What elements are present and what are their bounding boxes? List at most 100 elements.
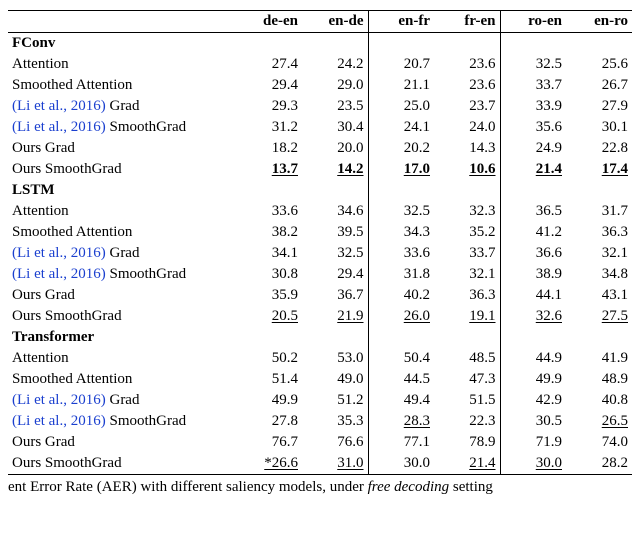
- value: 50.2: [264, 350, 298, 367]
- value: 40.2: [396, 287, 430, 304]
- value: 28.3: [396, 413, 430, 430]
- citation-link[interactable]: (Li et al., 2016): [12, 98, 106, 114]
- value: 32.3: [462, 203, 496, 220]
- section-label: LSTM: [8, 180, 236, 201]
- value-cell: 36.7: [302, 285, 368, 306]
- citation-link[interactable]: (Li et al., 2016): [12, 413, 106, 429]
- value-cell: 26.0: [368, 306, 434, 327]
- empty-cell: [500, 33, 566, 55]
- value: 27.5: [594, 308, 628, 325]
- value: 20.0: [330, 140, 364, 157]
- value: 39.5: [330, 224, 364, 241]
- value: 40.8: [594, 392, 628, 409]
- value-cell: 51.2: [302, 390, 368, 411]
- empty-cell: [236, 327, 302, 348]
- value-cell: 41.9: [566, 348, 632, 369]
- value: 44.9: [528, 350, 562, 367]
- row-label: (Li et al., 2016) Grad: [8, 390, 236, 411]
- value-cell: 23.7: [434, 96, 500, 117]
- value: 30.5: [528, 413, 562, 430]
- value: 24.0: [462, 119, 496, 136]
- value: 24.9: [528, 140, 562, 157]
- empty-cell: [434, 33, 500, 55]
- value: 36.5: [528, 203, 562, 220]
- value: 32.1: [462, 266, 496, 283]
- value: 13.7: [264, 161, 298, 178]
- value-cell: 25.6: [566, 54, 632, 75]
- table-row: Ours SmoothGrad13.714.217.010.621.417.4: [8, 159, 632, 180]
- caption-p1: ent Error Rate (AER) with different sali…: [8, 479, 368, 495]
- value-cell: 33.6: [236, 201, 302, 222]
- value: 30.0: [528, 455, 562, 472]
- value-cell: 28.3: [368, 411, 434, 432]
- value-cell: 50.2: [236, 348, 302, 369]
- value-cell: 78.9: [434, 432, 500, 453]
- table-row: Ours SmoothGrad20.521.926.019.132.627.5: [8, 306, 632, 327]
- value-cell: 33.7: [434, 243, 500, 264]
- value: 30.8: [264, 266, 298, 283]
- value-cell: 19.1: [434, 306, 500, 327]
- value: 23.5: [330, 98, 364, 115]
- value-cell: 17.0: [368, 159, 434, 180]
- table-row: Ours Grad76.776.677.178.971.974.0: [8, 432, 632, 453]
- empty-cell: [236, 33, 302, 55]
- citation-link[interactable]: (Li et al., 2016): [12, 119, 106, 135]
- value-cell: 76.7: [236, 432, 302, 453]
- value-cell: 23.6: [434, 54, 500, 75]
- value: 44.1: [528, 287, 562, 304]
- value: 30.1: [594, 119, 628, 136]
- row-label: Smoothed Attention: [8, 75, 236, 96]
- value-cell: 40.2: [368, 285, 434, 306]
- value-cell: 44.9: [500, 348, 566, 369]
- row-label: Ours Grad: [8, 432, 236, 453]
- value-cell: 40.8: [566, 390, 632, 411]
- value-cell: 49.0: [302, 369, 368, 390]
- table-row: Smoothed Attention29.429.021.123.633.726…: [8, 75, 632, 96]
- table-row: (Li et al., 2016) SmoothGrad27.835.328.3…: [8, 411, 632, 432]
- row-label: Attention: [8, 54, 236, 75]
- citation-link[interactable]: (Li et al., 2016): [12, 392, 106, 408]
- value: 49.9: [528, 371, 562, 388]
- value: 29.0: [330, 77, 364, 94]
- table-row: Ours Grad18.220.020.214.324.922.8: [8, 138, 632, 159]
- value-cell: 20.7: [368, 54, 434, 75]
- value: 33.9: [528, 98, 562, 115]
- value: 17.0: [396, 161, 430, 178]
- row-label-suffix: SmoothGrad: [106, 266, 186, 282]
- value-cell: 22.3: [434, 411, 500, 432]
- value-cell: 49.4: [368, 390, 434, 411]
- value: 33.7: [528, 77, 562, 94]
- value: 34.3: [396, 224, 430, 241]
- value: 21.9: [330, 308, 364, 325]
- value: 29.4: [330, 266, 364, 283]
- value-cell: 36.3: [434, 285, 500, 306]
- value-cell: 27.8: [236, 411, 302, 432]
- value: 10.6: [462, 161, 496, 178]
- row-label: Ours SmoothGrad: [8, 306, 236, 327]
- empty-cell: [302, 327, 368, 348]
- value-cell: 20.5: [236, 306, 302, 327]
- table-row: (Li et al., 2016) Grad29.323.525.023.733…: [8, 96, 632, 117]
- value: 24.2: [330, 56, 364, 73]
- value: 35.2: [462, 224, 496, 241]
- value: 48.9: [594, 371, 628, 388]
- value: 20.2: [396, 140, 430, 157]
- value-cell: 26.5: [566, 411, 632, 432]
- citation-link[interactable]: (Li et al., 2016): [12, 245, 106, 261]
- value-cell: 22.8: [566, 138, 632, 159]
- value: 29.4: [264, 77, 298, 94]
- value: 31.8: [396, 266, 430, 283]
- row-label: Attention: [8, 348, 236, 369]
- citation-link[interactable]: (Li et al., 2016): [12, 266, 106, 282]
- value: 42.9: [528, 392, 562, 409]
- value-cell: 35.9: [236, 285, 302, 306]
- value: 22.8: [594, 140, 628, 157]
- value: 49.4: [396, 392, 430, 409]
- value-cell: 14.3: [434, 138, 500, 159]
- value-cell: 27.4: [236, 54, 302, 75]
- value: 36.3: [594, 224, 628, 241]
- value: 51.2: [330, 392, 364, 409]
- value: 30.0: [396, 455, 430, 472]
- value-cell: 21.9: [302, 306, 368, 327]
- col-de-en: de-en: [236, 11, 302, 33]
